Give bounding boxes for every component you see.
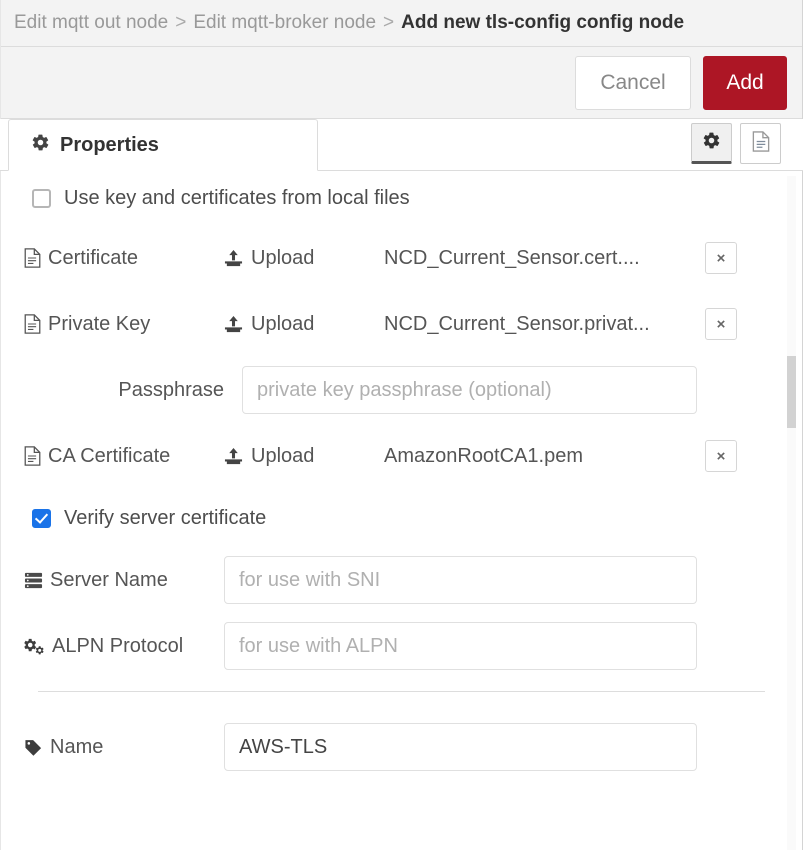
verify-server-certificate-checkbox[interactable] — [32, 508, 51, 528]
file-icon — [24, 446, 41, 466]
passphrase-label: Passphrase — [118, 378, 224, 401]
certificate-row: Certificate Upload NCD_Current_Sensor.ce… — [24, 225, 779, 291]
name-row: Name — [24, 714, 779, 780]
form-divider — [38, 691, 765, 692]
private-key-label-cell: Private Key — [24, 313, 224, 336]
scrollbar-track[interactable] — [787, 176, 796, 850]
server-name-input[interactable] — [224, 556, 697, 604]
file-icon — [24, 314, 41, 334]
use-local-files-label: Use key and certificates from local file… — [64, 186, 410, 209]
name-label-cell: Name — [24, 736, 224, 759]
tab-properties[interactable]: Properties — [8, 119, 318, 171]
dialog-action-bar: Cancel Add — [0, 47, 803, 119]
ca-certificate-label-cell: CA Certificate — [24, 445, 224, 468]
use-local-files-row: Use key and certificates from local file… — [24, 171, 779, 225]
use-local-files-checkbox[interactable] — [32, 188, 51, 208]
ca-certificate-upload-label: Upload — [251, 444, 315, 467]
upload-icon — [224, 249, 243, 268]
breadcrumb-separator: > — [175, 12, 187, 33]
private-key-upload-label: Upload — [251, 312, 315, 335]
upload-icon — [224, 315, 243, 334]
private-key-label: Private Key — [48, 312, 151, 335]
certificate-label: Certificate — [48, 246, 139, 269]
file-icon — [24, 248, 41, 268]
name-label: Name — [50, 735, 104, 758]
ca-certificate-delete-button[interactable]: × — [705, 440, 737, 472]
tls-config-form: Use key and certificates from local file… — [0, 171, 803, 780]
cogs-icon — [24, 637, 45, 656]
certificate-filename: NCD_Current_Sensor.cert.... — [384, 246, 640, 269]
ca-certificate-label: CA Certificate — [48, 444, 171, 467]
cancel-button[interactable]: Cancel — [575, 55, 691, 110]
name-input[interactable] — [224, 723, 697, 771]
ca-certificate-filename: AmazonRootCA1.pem — [384, 444, 583, 467]
private-key-row: Private Key Upload NCD_Current_Sensor.pr… — [24, 291, 779, 357]
breadcrumb-item-edit-mqtt-out-node[interactable]: Edit mqtt out node — [14, 12, 168, 34]
tab-tool-buttons — [683, 123, 781, 164]
server-name-label: Server Name — [50, 568, 168, 591]
passphrase-row: Passphrase — [24, 357, 779, 423]
server-icon — [24, 571, 43, 590]
certificate-upload-button[interactable]: Upload — [224, 247, 384, 270]
alpn-protocol-row: ALPN Protocol — [24, 613, 779, 679]
add-button[interactable]: Add — [703, 55, 787, 110]
breadcrumb-item-current: Add new tls-config config node — [401, 12, 685, 33]
ca-certificate-row: CA Certificate Upload AmazonRootCA1.pem … — [24, 423, 779, 489]
private-key-delete-button[interactable]: × — [705, 308, 737, 340]
certificate-upload-label: Upload — [251, 246, 315, 269]
alpn-protocol-label-cell: ALPN Protocol — [24, 635, 224, 658]
private-key-upload-button[interactable]: Upload — [224, 313, 384, 336]
private-key-filename: NCD_Current_Sensor.privat... — [384, 312, 650, 335]
certificate-label-cell: Certificate — [24, 247, 224, 270]
verify-server-certificate-label: Verify server certificate — [64, 506, 267, 529]
tag-icon — [24, 738, 43, 757]
scrollbar-thumb[interactable] — [787, 356, 796, 428]
breadcrumb: Edit mqtt out node > Edit mqtt-broker no… — [0, 0, 803, 47]
upload-icon — [224, 447, 243, 466]
certificate-delete-button[interactable]: × — [705, 242, 737, 274]
description-tool-button[interactable] — [740, 123, 781, 164]
verify-server-certificate-row: Verify server certificate — [24, 489, 779, 547]
alpn-protocol-input[interactable] — [224, 622, 697, 670]
server-name-row: Server Name — [24, 547, 779, 613]
tab-strip: Properties — [0, 119, 803, 171]
server-name-label-cell: Server Name — [24, 569, 224, 592]
settings-tool-button[interactable] — [691, 123, 732, 164]
document-icon — [752, 130, 770, 157]
gear-icon — [31, 133, 50, 157]
ca-certificate-upload-button[interactable]: Upload — [224, 445, 384, 468]
passphrase-input[interactable] — [242, 366, 697, 414]
gear-icon — [702, 131, 721, 155]
alpn-protocol-label: ALPN Protocol — [52, 634, 184, 657]
breadcrumb-item-edit-mqtt-broker-node[interactable]: Edit mqtt-broker node — [193, 12, 376, 34]
breadcrumb-separator: > — [383, 12, 395, 33]
tab-properties-label: Properties — [60, 133, 159, 156]
